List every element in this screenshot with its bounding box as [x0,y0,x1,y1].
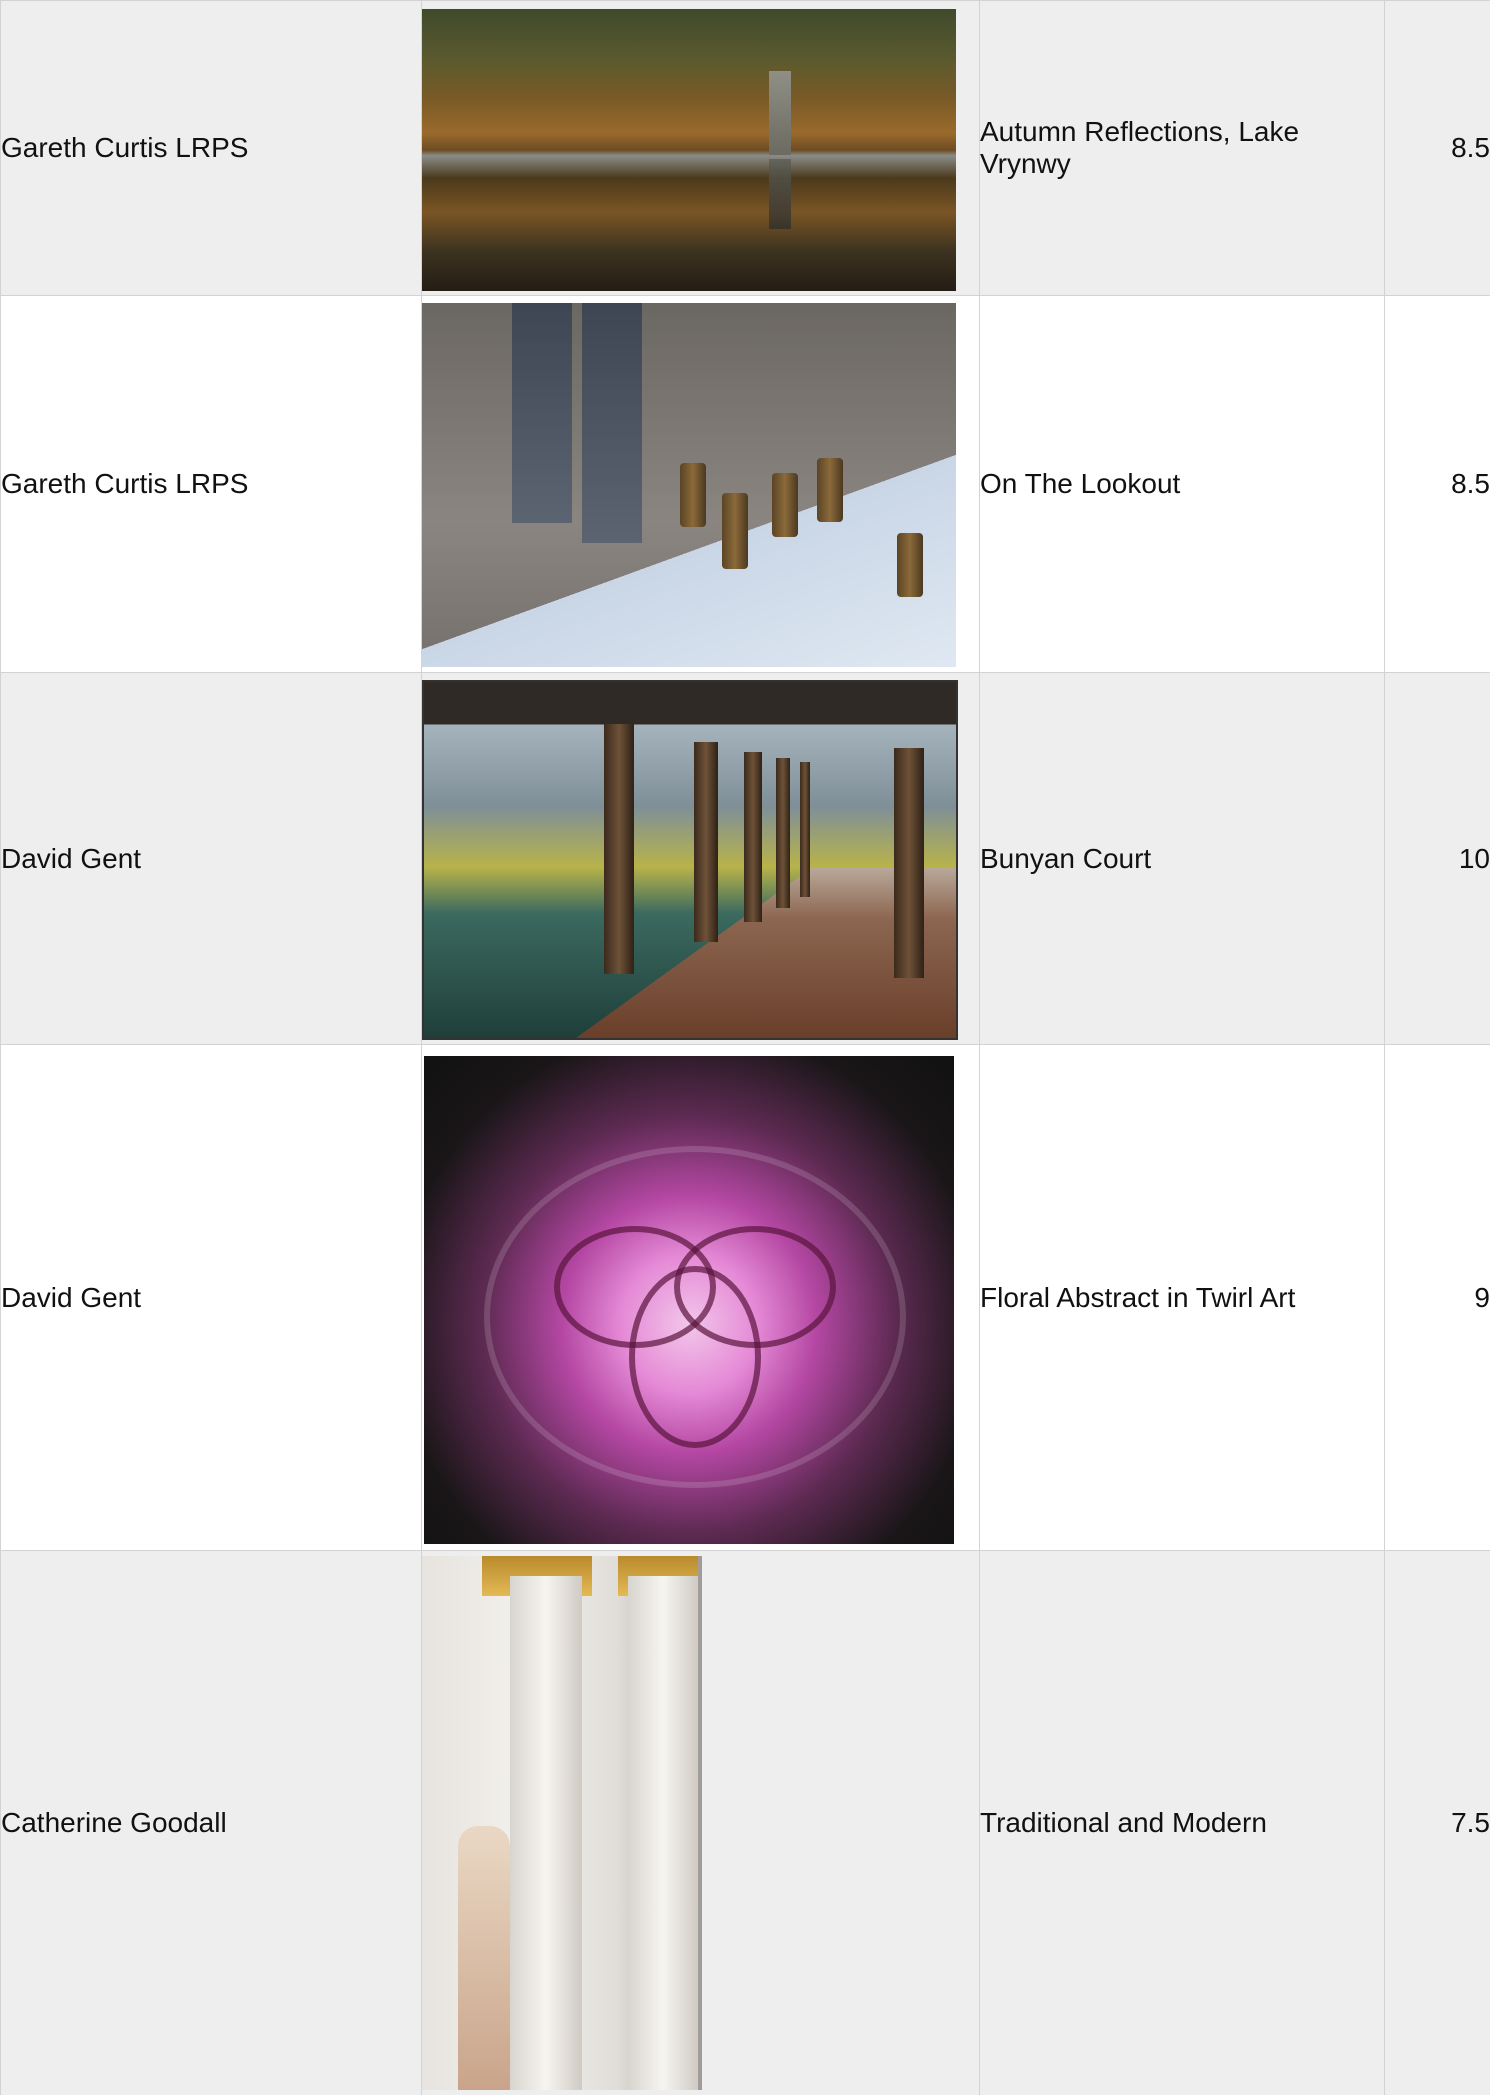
title-cell: On The Lookout [979,295,1385,673]
can-shape [897,533,923,597]
score-cell: 8.5 [1384,0,1490,296]
author-cell: Gareth Curtis LRPS [0,0,422,296]
pillar-shape [894,748,924,978]
can-shape [722,493,748,569]
image-cell [421,672,980,1045]
tower-shape [769,70,791,155]
author-cell: Catherine Goodall [0,1550,422,2095]
photo-colonnade[interactable] [422,680,958,1040]
can-shape [680,463,706,527]
title-cell: Traditional and Modern [979,1550,1385,2095]
image-cell [421,295,980,673]
can-shape [817,458,843,522]
author-cell: David Gent [0,672,422,1045]
leg-shape [582,303,642,543]
score-cell: 8.5 [1384,295,1490,673]
figure-shape [458,1826,510,2090]
leg-shape [512,303,572,523]
score-cell: 9 [1384,1044,1490,1551]
table-row: David Gent Floral Abstract in Twirl Art … [0,1044,1490,1551]
pillar-shape [744,752,762,922]
results-table: Gareth Curtis LRPS Autumn Reflections, L… [0,0,1490,2095]
title-cell: Bunyan Court [979,672,1385,1045]
table-row: Catherine Goodall Traditional and Modern… [0,1550,1490,2095]
image-cell [421,0,980,296]
author-cell: Gareth Curtis LRPS [0,295,422,673]
title-cell: Floral Abstract in Twirl Art [979,1044,1385,1551]
score-cell: 7.5 [1384,1550,1490,2095]
photo-graffiti-cans[interactable] [422,303,956,667]
petal-shape [484,1146,906,1488]
can-shape [772,473,798,537]
author-cell: David Gent [0,1044,422,1551]
column-shape [510,1576,582,2090]
table-row: Gareth Curtis LRPS On The Lookout 8.5 [0,295,1490,673]
table-row: David Gent Bunyan Court 10 [0,672,1490,1045]
photo-mosque-columns[interactable] [422,1556,702,2090]
pillar-shape [776,758,790,908]
pillar-shape [604,724,634,974]
pillar-shape [694,742,718,942]
image-cell [421,1044,980,1551]
tower-reflection-shape [769,158,791,229]
image-cell [421,1550,980,2095]
column-shape [628,1576,698,2090]
table-row: Gareth Curtis LRPS Autumn Reflections, L… [0,0,1490,296]
title-cell: Autumn Reflections, Lake Vrynwy [979,0,1385,296]
pillar-shape [800,762,810,897]
score-cell: 10 [1384,672,1490,1045]
photo-twirl-abstract[interactable] [424,1056,954,1544]
photo-autumn-lake[interactable] [422,8,956,291]
